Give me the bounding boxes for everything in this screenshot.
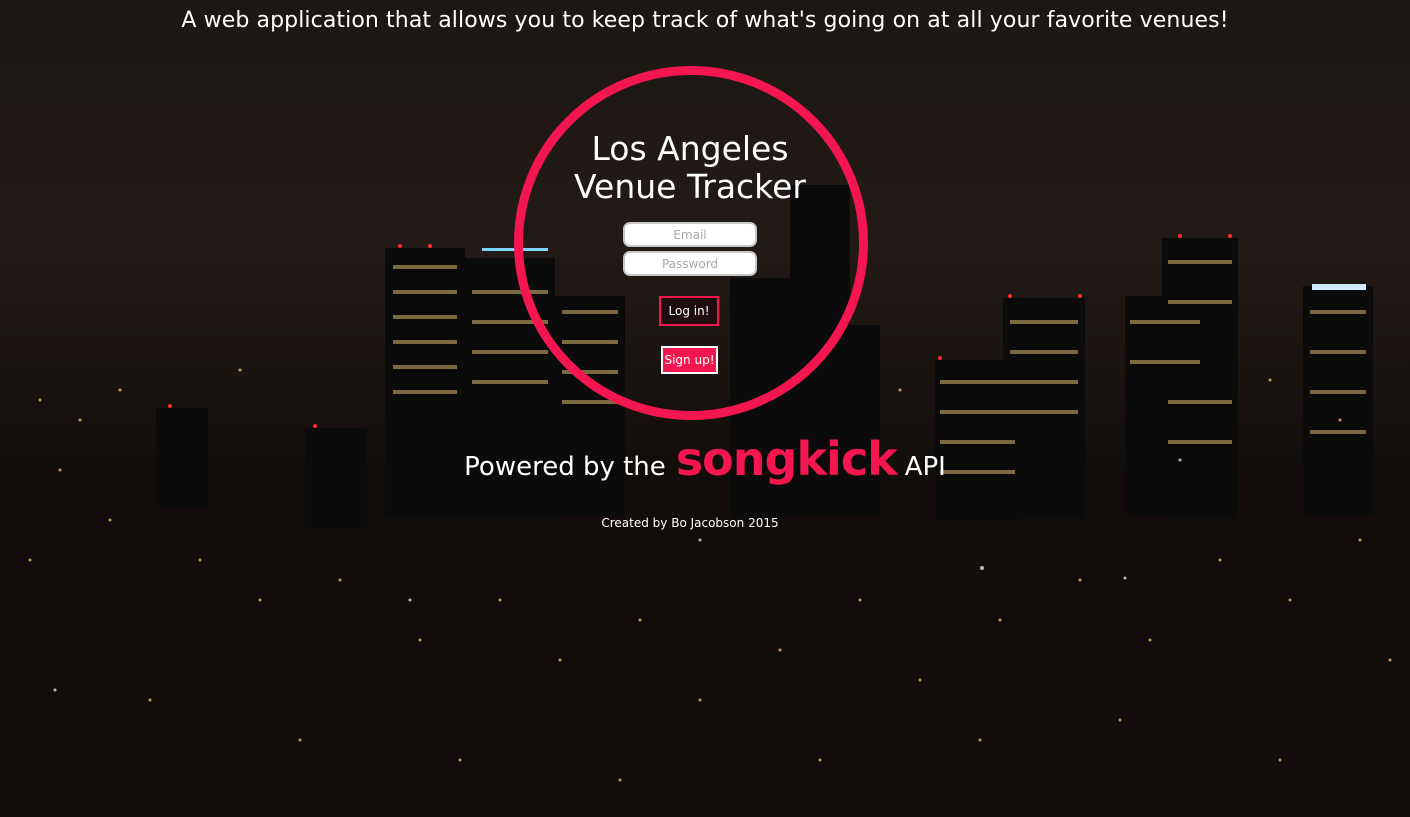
login-button[interactable]: Log in!: [659, 296, 719, 326]
powered-by-prefix: Powered by the: [464, 452, 666, 482]
songkick-logo: songkick: [675, 432, 898, 486]
powered-by: Powered by the songkick API: [0, 432, 1410, 486]
signup-button[interactable]: Sign up!: [661, 346, 718, 374]
title-line-1: Los Angeles: [591, 129, 789, 168]
password-field[interactable]: [623, 251, 757, 276]
title-line-2: Venue Tracker: [574, 167, 806, 206]
credit-text: Created by Bo Jacobson 2015: [601, 516, 779, 530]
app-title: Los Angeles Venue Tracker: [560, 130, 820, 206]
powered-by-suffix: API: [904, 452, 946, 482]
landing-page: A web application that allows you to kee…: [0, 0, 1410, 817]
app-tagline: A web application that allows you to kee…: [181, 8, 1229, 33]
email-field[interactable]: [623, 222, 757, 247]
